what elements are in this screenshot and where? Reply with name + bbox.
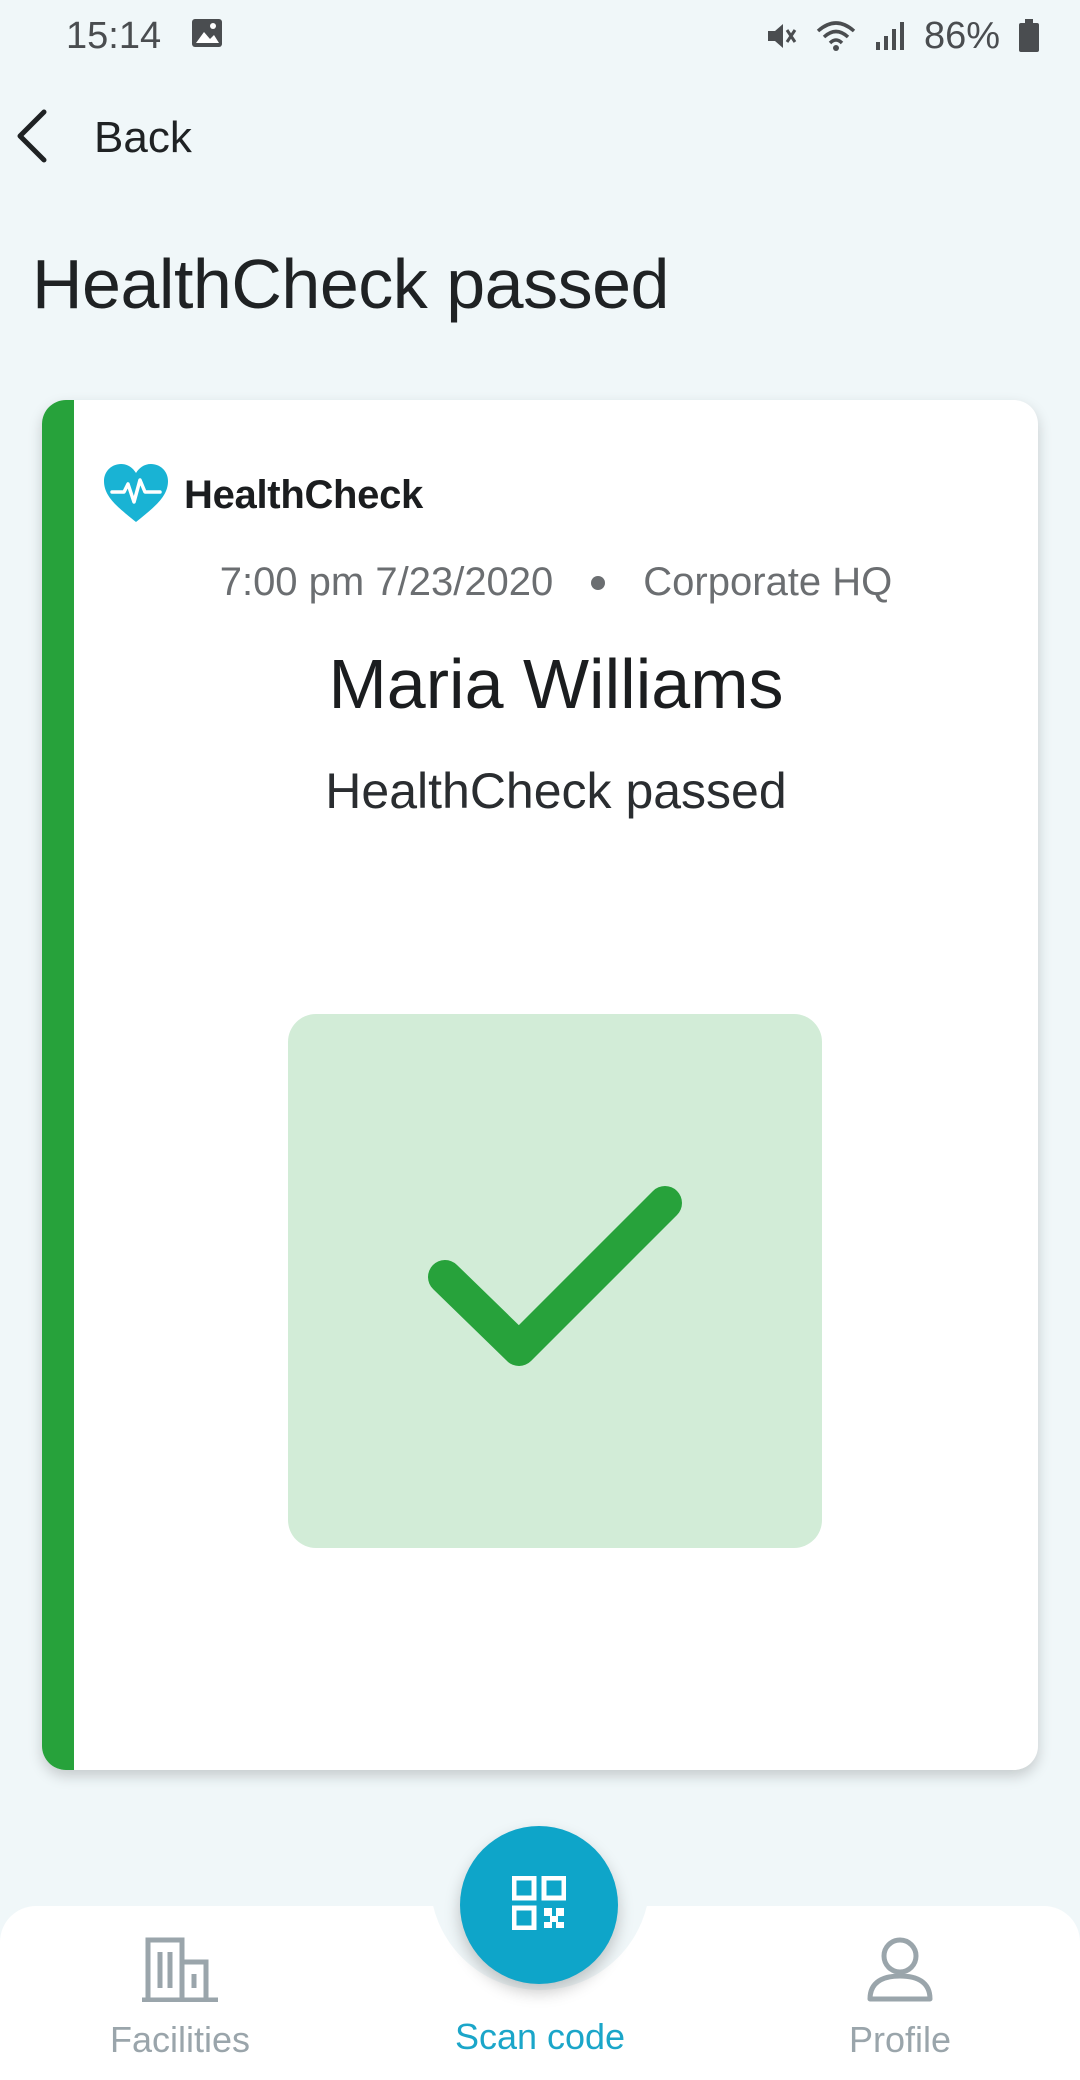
nav-profile[interactable]: Profile (800, 1936, 1000, 2061)
chevron-left-icon (14, 108, 48, 169)
check-meta: 7:00 pm 7/23/2020 Corporate HQ (74, 560, 1038, 605)
user-icon (800, 1936, 1000, 2011)
building-icon (80, 1936, 280, 2011)
checkmark-icon (415, 1169, 695, 1394)
page-title: HealthCheck passed (32, 245, 669, 323)
nav-profile-label: Profile (848, 2019, 952, 2060)
back-button[interactable]: Back (0, 98, 192, 178)
nav-scan-label: Scan code (454, 2016, 626, 2057)
status-bar: 15:14 86% (0, 0, 1080, 72)
result-status-text: HealthCheck passed (325, 763, 787, 819)
status-accent-bar (42, 400, 74, 1770)
battery-icon (1018, 19, 1040, 53)
result-indicator (288, 1014, 822, 1548)
brand-logo: HealthCheck (102, 462, 423, 529)
brand-name: HealthCheck (184, 473, 424, 517)
separator-dot (591, 575, 606, 590)
battery-level: 86% (923, 14, 1000, 57)
healthcheck-result-card: HealthCheck 7:00 pm 7/23/2020 Corporate … (42, 400, 1038, 1770)
mute-icon (764, 19, 798, 53)
check-datetime: 7:00 pm 7/23/2020 (219, 560, 554, 604)
wifi-icon (816, 19, 856, 53)
image-icon (191, 15, 223, 58)
scan-code-button[interactable] (460, 1826, 618, 1984)
qr-code-icon (511, 1875, 567, 1935)
signal-icon (874, 20, 906, 52)
status-time: 15:14 (66, 14, 162, 57)
heart-pulse-icon (102, 462, 170, 529)
nav-scan-code[interactable]: Scan code (440, 2016, 640, 2058)
person-name: Maria Williams (328, 645, 784, 723)
nav-facilities-label: Facilities (109, 2019, 251, 2060)
nav-facilities[interactable]: Facilities (80, 1936, 280, 2061)
back-label: Back (94, 113, 192, 162)
check-location: Corporate HQ (643, 560, 893, 604)
